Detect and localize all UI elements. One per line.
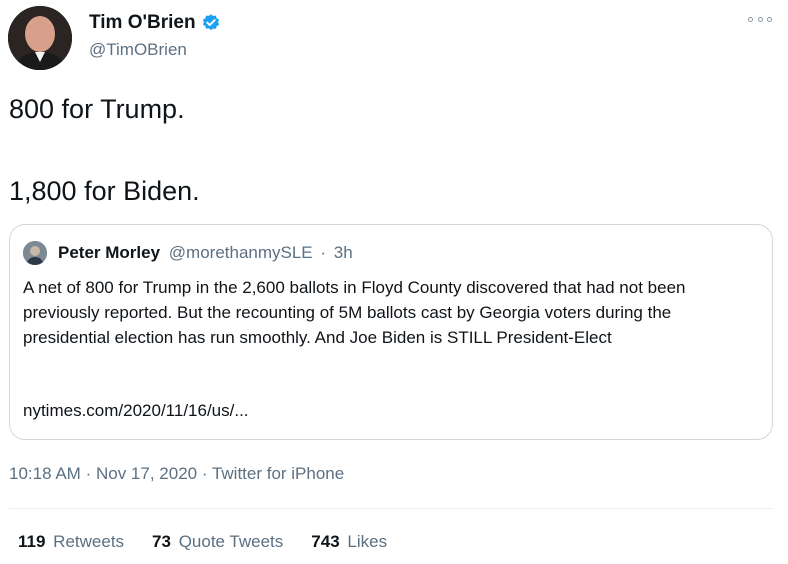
quote-tweets-label: Quote Tweets: [178, 532, 284, 551]
divider: [9, 508, 773, 509]
likes-label: Likes: [347, 532, 388, 551]
tweet-metadata: 10:18 AM · Nov 17, 2020 · Twitter for iP…: [9, 464, 344, 484]
quoted-tweet-text: A net of 800 for Trump in the 2,600 ball…: [23, 278, 686, 347]
tweet-source[interactable]: Twitter for iPhone: [212, 464, 344, 483]
quote-tweets-count: 73: [152, 532, 171, 551]
tweet-date[interactable]: Nov 17, 2020: [96, 464, 197, 483]
more-options-icon[interactable]: [748, 12, 772, 26]
quoted-author-handle: @morethanmySLE: [168, 243, 313, 262]
quoted-separator: ·: [320, 243, 327, 262]
quoted-author-avatar: [23, 241, 47, 265]
retweets-count: 119: [18, 532, 46, 551]
tweet-stats: 119 Retweets 73 Quote Tweets 743 Likes: [18, 532, 415, 552]
author-name[interactable]: Tim O'Brien: [89, 12, 221, 34]
quoted-timestamp: 3h: [333, 243, 353, 262]
tweet-text-line-2: 1,800 for Biden.: [9, 176, 200, 206]
meta-separator-2: ·: [201, 464, 208, 483]
author-name-text[interactable]: Tim O'Brien: [89, 12, 196, 34]
quoted-tweet-link: nytimes.com/2020/11/16/us/...: [23, 401, 249, 420]
author-avatar[interactable]: [8, 6, 72, 70]
tweet-text-line-1: 800 for Trump.: [9, 94, 185, 124]
quoted-tweet-card[interactable]: Peter Morley @morethanmySLE · 3h A net o…: [9, 224, 773, 440]
retweets-label: Retweets: [53, 532, 125, 551]
likes-count: 743: [311, 532, 340, 551]
quote-tweets-stat[interactable]: 73 Quote Tweets: [152, 532, 283, 552]
verified-badge-icon: [201, 13, 221, 33]
tweet-time[interactable]: 10:18 AM: [9, 464, 81, 483]
author-handle[interactable]: @TimOBrien: [89, 40, 187, 60]
quoted-tweet-header: Peter Morley @morethanmySLE · 3h: [58, 243, 353, 263]
retweets-stat[interactable]: 119 Retweets: [18, 532, 124, 552]
likes-stat[interactable]: 743 Likes: [311, 532, 387, 552]
quoted-author-name: Peter Morley: [58, 243, 161, 262]
meta-separator-1: ·: [85, 464, 92, 483]
